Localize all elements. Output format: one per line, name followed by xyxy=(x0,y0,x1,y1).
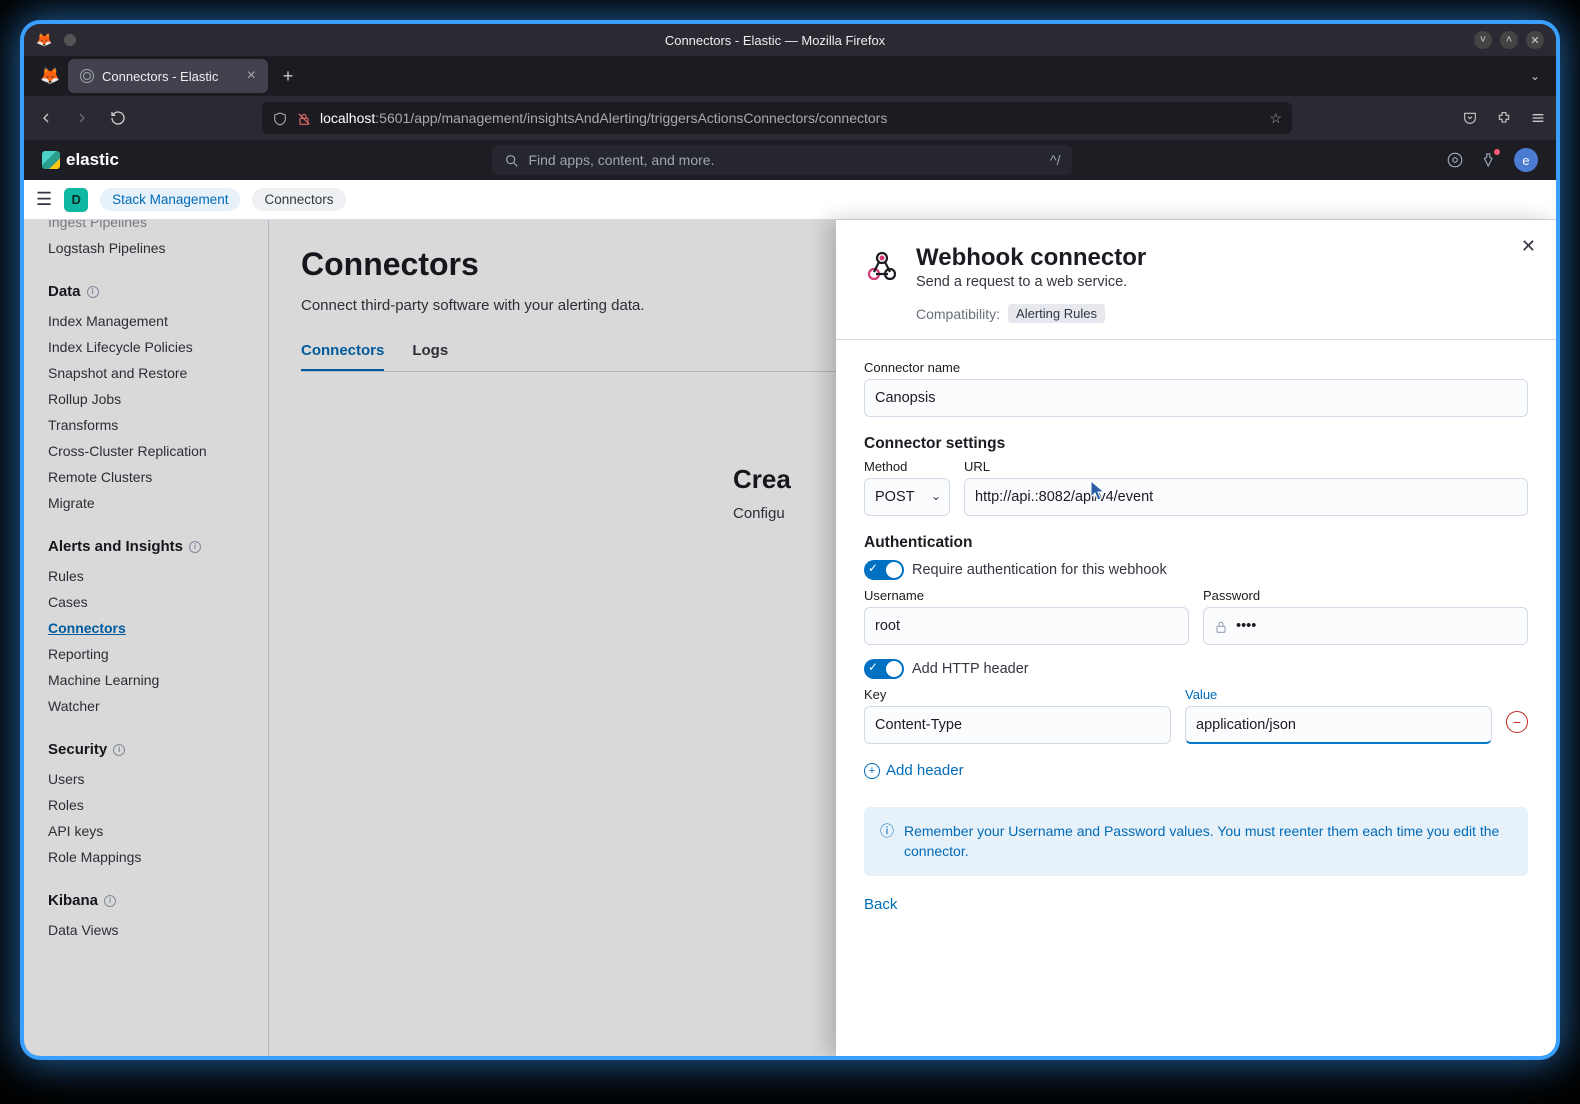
elastic-logo-icon xyxy=(42,151,60,169)
window-titlebar: 🦊 Connectors - Elastic — Mozilla Firefox… xyxy=(24,24,1556,56)
tab-label: Connectors - Elastic xyxy=(102,69,218,84)
tab-favicon-icon xyxy=(80,69,94,83)
breadcrumb-bar: ☰ D Stack Management Connectors xyxy=(24,180,1556,220)
auth-title: Authentication xyxy=(864,534,1528,552)
browser-tabstrip: 🦊 Connectors - Elastic × + ⌄ xyxy=(24,56,1556,96)
header-key-label: Key xyxy=(864,687,1171,702)
password-input[interactable] xyxy=(1203,607,1528,645)
space-selector[interactable]: D xyxy=(64,188,88,212)
url-path: :5601/app/management/insightsAndAlerting… xyxy=(375,110,887,126)
require-auth-label: Require authentication for this webhook xyxy=(912,562,1167,578)
app-body: Ingest Pipelines Logstash Pipelines Data… xyxy=(24,220,1556,1056)
elastic-logo[interactable]: elastic xyxy=(42,150,119,170)
newsfeed-icon[interactable] xyxy=(1480,151,1498,169)
flyout-title: Webhook connector xyxy=(916,244,1146,272)
close-window-button[interactable]: ✕ xyxy=(1526,31,1544,49)
tab-close-icon[interactable]: × xyxy=(247,67,256,85)
back-button[interactable] xyxy=(34,106,58,130)
username-label: Username xyxy=(864,588,1189,603)
remove-header-button[interactable]: − xyxy=(1506,711,1528,733)
add-header-label: Add HTTP header xyxy=(912,661,1029,677)
elastic-brand: elastic xyxy=(66,150,119,170)
header-value-input[interactable] xyxy=(1185,706,1492,744)
pocket-icon[interactable] xyxy=(1462,109,1478,127)
lock-icon xyxy=(1213,618,1229,636)
connector-flyout: Webhook connector Send a request to a we… xyxy=(836,220,1556,1056)
header-key-input[interactable] xyxy=(864,706,1171,744)
search-icon xyxy=(504,151,520,168)
minimize-button[interactable]: ˅ xyxy=(1474,31,1492,49)
url-label: URL xyxy=(964,459,1528,474)
compatibility-label: Compatibility: xyxy=(916,306,1000,322)
browser-toolbar: localhost:5601/app/management/insightsAn… xyxy=(24,96,1556,140)
close-flyout-button[interactable]: ✕ xyxy=(1521,236,1536,257)
breadcrumb-parent[interactable]: Stack Management xyxy=(100,188,240,211)
extensions-icon[interactable] xyxy=(1496,109,1512,127)
info-icon: ⓘ xyxy=(880,821,894,862)
webhook-icon xyxy=(864,248,900,284)
require-auth-switch[interactable] xyxy=(864,560,904,580)
reload-button[interactable] xyxy=(106,106,130,130)
firefox-menu-icon[interactable]: 🦊 xyxy=(32,66,68,86)
user-avatar[interactable]: e xyxy=(1514,148,1538,172)
add-header-button[interactable]: + Add header xyxy=(864,762,1528,779)
breadcrumb-current: Connectors xyxy=(252,188,345,211)
maximize-button[interactable]: ˄ xyxy=(1500,31,1518,49)
flyout-description: Send a request to a web service. xyxy=(916,274,1146,290)
url-host: localhost xyxy=(320,110,375,126)
window-title: Connectors - Elastic — Mozilla Firefox xyxy=(76,33,1474,48)
search-shortcut: ^/ xyxy=(1050,152,1060,168)
new-tab-button[interactable]: + xyxy=(274,62,302,90)
help-icon[interactable] xyxy=(1446,151,1464,169)
method-label: Method xyxy=(864,459,950,474)
tabs-overflow-button[interactable]: ⌄ xyxy=(1522,61,1548,91)
connector-name-label: Connector name xyxy=(864,360,1528,375)
username-input[interactable] xyxy=(864,607,1189,645)
firefox-icon: 🦊 xyxy=(36,32,60,48)
app-menu-icon[interactable] xyxy=(1530,109,1546,127)
add-header-switch[interactable] xyxy=(864,659,904,679)
forward-button[interactable] xyxy=(70,106,94,130)
chevron-down-icon: ⌄ xyxy=(931,489,941,503)
url-input[interactable] xyxy=(964,478,1528,516)
plus-circle-icon: + xyxy=(864,763,880,779)
connector-settings-title: Connector settings xyxy=(864,435,1528,453)
info-banner: ⓘ Remember your Username and Password va… xyxy=(864,807,1528,876)
insecure-lock-icon xyxy=(296,109,312,126)
kibana-header: elastic Find apps, content, and more. ^/… xyxy=(24,140,1556,180)
back-button[interactable]: Back xyxy=(864,896,1528,913)
address-bar[interactable]: localhost:5601/app/management/insightsAn… xyxy=(262,102,1292,134)
browser-tab-active[interactable]: Connectors - Elastic × xyxy=(68,59,268,93)
bookmark-star-icon[interactable]: ☆ xyxy=(1269,110,1282,127)
connector-name-input[interactable] xyxy=(864,379,1528,417)
notification-dot-icon xyxy=(1494,149,1500,155)
tracking-shield-icon xyxy=(272,109,288,126)
header-value-label: Value xyxy=(1185,687,1492,702)
search-placeholder: Find apps, content, and more. xyxy=(528,152,714,168)
nav-toggle-icon[interactable]: ☰ xyxy=(36,189,52,210)
password-label: Password xyxy=(1203,588,1528,603)
compatibility-badge: Alerting Rules xyxy=(1008,304,1105,323)
global-search[interactable]: Find apps, content, and more. ^/ xyxy=(492,145,1072,175)
